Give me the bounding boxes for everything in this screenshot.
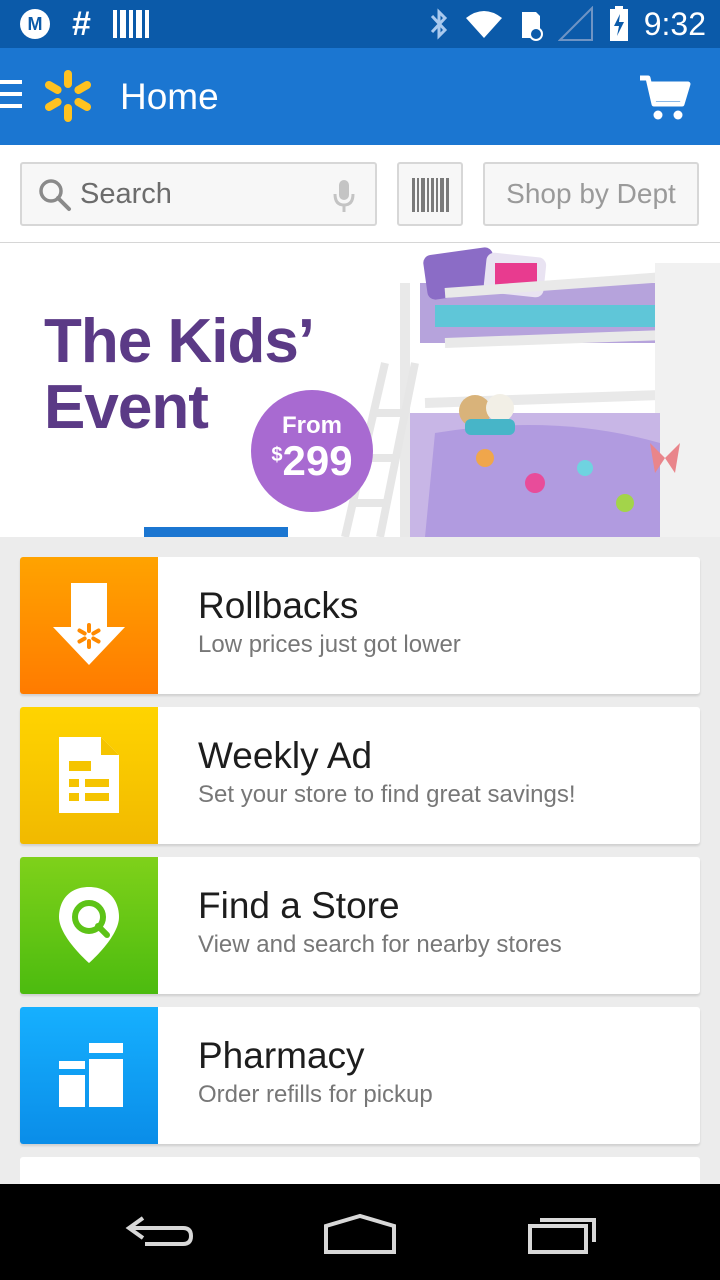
wifi-icon	[465, 11, 502, 38]
recent-apps-icon[interactable]	[526, 1212, 598, 1256]
signal-icon	[557, 6, 593, 41]
price-value: $299	[251, 440, 373, 482]
currency-symbol: $	[271, 444, 283, 466]
clock: 9:32	[643, 6, 706, 42]
search-input[interactable]	[80, 172, 330, 216]
search-icon	[39, 179, 71, 211]
cart-icon[interactable]	[638, 72, 692, 122]
next-card-peek	[20, 1157, 700, 1187]
status-bar: M # 9:32	[0, 0, 720, 48]
find-store-card[interactable]: Find a Store View and search for nearby …	[20, 857, 700, 994]
promo-banner[interactable]: The Kids’ Event From $299	[0, 243, 720, 537]
card-subtitle: Order refills for pickup	[198, 1081, 433, 1108]
home-icon[interactable]	[322, 1212, 398, 1256]
shop-by-dept-button[interactable]: Shop by Dept	[483, 162, 699, 226]
motorola-icon: M	[20, 9, 50, 39]
barcode-notification-icon	[112, 10, 149, 38]
store-locator-icon	[59, 887, 119, 963]
card-title: Rollbacks	[198, 585, 359, 626]
carousel-indicator	[144, 527, 288, 537]
walmart-spark-logo[interactable]	[38, 66, 98, 126]
rollbacks-tile	[20, 557, 158, 694]
bunk-bed-image	[341, 247, 720, 537]
microphone-icon[interactable]	[331, 178, 357, 214]
barcode-icon	[412, 178, 449, 212]
barcode-scan-button[interactable]	[397, 162, 463, 226]
card-subtitle: View and search for nearby stores	[198, 931, 562, 958]
card-title: Weekly Ad	[198, 735, 373, 776]
hashtag-icon: #	[72, 5, 91, 43]
rollbacks-card[interactable]: Rollbacks Low prices just got lower	[20, 557, 700, 694]
search-box[interactable]	[20, 162, 377, 226]
price-amount: 299	[282, 437, 353, 484]
system-nav-bar	[0, 1184, 720, 1280]
card-subtitle: Set your store to find great savings!	[198, 781, 576, 808]
find-store-tile	[20, 857, 158, 994]
back-icon[interactable]	[125, 1212, 195, 1252]
weekly-ad-card[interactable]: Weekly Ad Set your store to find great s…	[20, 707, 700, 844]
battery-charging-icon	[609, 6, 628, 41]
card-title: Pharmacy	[198, 1035, 365, 1076]
price-from-label: From	[282, 412, 342, 439]
price-badge: From $299	[251, 390, 373, 512]
pharmacy-tile	[20, 1007, 158, 1144]
app-bar: Home	[0, 48, 720, 145]
weekly-ad-tile	[20, 707, 158, 844]
pharmacy-card[interactable]: Pharmacy Order refills for pickup	[20, 1007, 700, 1144]
sd-card-icon	[521, 12, 543, 41]
pharmacy-icon	[59, 1043, 123, 1107]
rollback-arrow-icon	[53, 583, 125, 665]
page-title: Home	[120, 76, 219, 117]
menu-icon[interactable]	[0, 80, 22, 112]
bluetooth-icon	[430, 8, 447, 40]
search-row: Shop by Dept	[0, 145, 720, 243]
banner-title-line1: The Kids’	[44, 307, 315, 376]
weekly-ad-icon	[59, 737, 119, 813]
card-title: Find a Store	[198, 885, 400, 926]
card-subtitle: Low prices just got lower	[198, 631, 461, 658]
